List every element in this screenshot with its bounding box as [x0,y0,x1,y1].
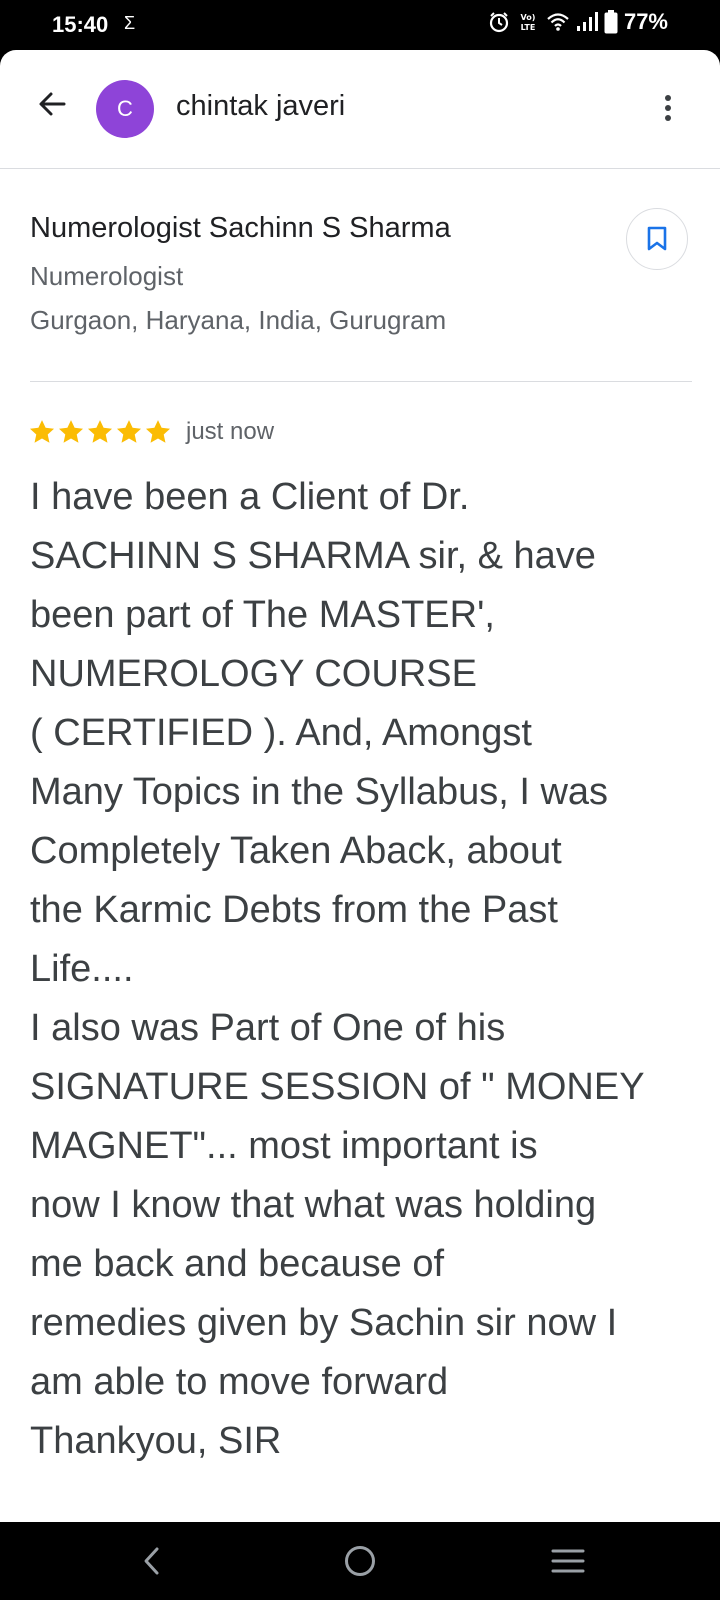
status-bar: 15:40 Σ Vo) LTE 77% [0,0,720,50]
place-address: Gurgaon, Haryana, India, Gurugram [30,305,447,335]
user-name[interactable]: chintak javeri [176,90,345,123]
menu-lines-icon [551,1549,585,1573]
avatar[interactable]: C [96,80,154,138]
star-icon [29,420,55,443]
review-time: just now [186,418,275,445]
arrow-left-icon [39,92,66,116]
home-circle-icon [345,1546,375,1576]
star-rating [28,418,172,446]
more-options-button[interactable] [654,82,682,134]
bookmark-icon [647,226,667,251]
svg-text:LTE: LTE [521,23,536,32]
back-button[interactable] [26,78,78,130]
section-divider [30,381,692,382]
review-text: I have been a Client of Dr. SACHINN S SH… [30,476,645,1462]
status-icons: Vo) LTE 77% [488,9,668,35]
place-name[interactable]: Numerologist Sachinn S Sharma [30,212,451,245]
save-button[interactable] [626,208,688,270]
chevron-left-icon [144,1547,159,1575]
nav-home-button[interactable] [332,1536,388,1586]
nav-recents-button[interactable] [540,1536,596,1586]
status-time: 15:40 [52,12,109,37]
battery-icon [604,10,618,34]
wifi-icon [546,12,570,32]
star-icon [116,420,142,443]
svg-text:Vo): Vo) [521,13,536,22]
system-nav-bar [0,1522,720,1600]
notification-icon: Σ [124,13,136,33]
signal-icon [576,12,598,32]
star-icon [145,420,171,443]
volte-icon: Vo) LTE [516,11,540,33]
nav-back-button[interactable] [124,1536,180,1586]
star-icon [58,420,84,443]
review-rating-row: just now [28,418,274,446]
alarm-icon [488,11,510,33]
place-category: Numerologist [30,261,184,291]
star-icon [87,420,113,443]
more-vert-icon [665,95,671,121]
app-bar: C chintak javeri [0,50,720,169]
battery-percent: 77% [623,9,668,34]
